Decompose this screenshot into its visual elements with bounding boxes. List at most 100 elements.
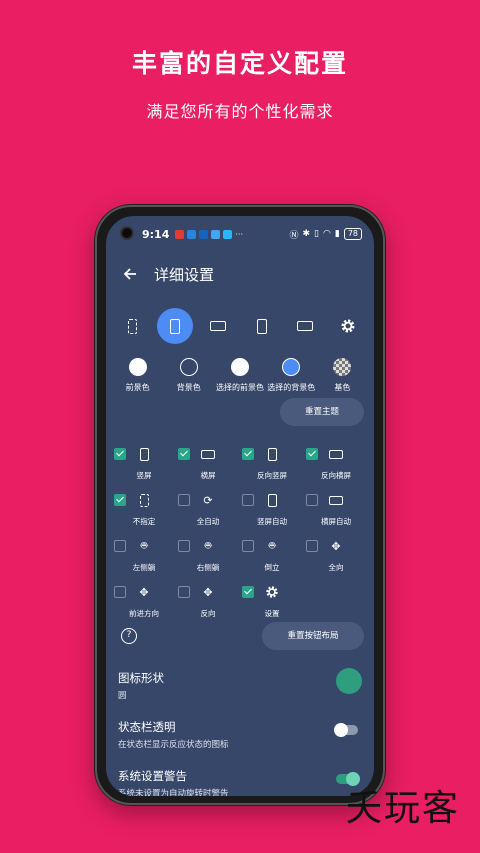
tab-portrait[interactable] [157, 308, 194, 344]
mode-label: 反向 [200, 609, 216, 618]
dashed-rect-icon [136, 492, 152, 508]
checkbox[interactable] [178, 494, 190, 506]
auto-rotate-icon: ⟳ [203, 493, 213, 507]
mode-label: 设置 [264, 609, 280, 618]
tab-unspecified[interactable] [114, 308, 150, 344]
status-bar: 9:14 ··· Ⓝ ✱ ▯ ◠ ▮ 78 [142, 226, 362, 242]
tab-reverse-landscape[interactable] [287, 308, 323, 344]
mode-lie-right[interactable]: 🤖︎ 右侧躺 [178, 538, 242, 586]
app-bar: 详细设置 [118, 260, 362, 288]
color-label: 前景色 [125, 383, 150, 392]
notification-icon [211, 229, 221, 239]
color-swatch [179, 358, 198, 376]
more-notifications-icon: ··· [235, 229, 244, 239]
tab-reverse-portrait[interactable] [244, 308, 280, 344]
mode-all-directions[interactable]: ✥ 全向 [306, 540, 370, 586]
landscape-auto-icon [328, 492, 344, 508]
battery-icon: 78 [343, 228, 362, 240]
mode-label: 倒立 [264, 563, 280, 572]
landscape-icon [210, 321, 227, 331]
bluetooth-icon: ✱ [302, 229, 311, 239]
color-label: 选择的背景色 [267, 383, 316, 392]
mode-label: 反向横屏 [321, 471, 351, 480]
reverse-direction-icon: ✥ [203, 585, 213, 599]
gear-icon [264, 584, 280, 600]
mode-label: 不指定 [132, 517, 156, 526]
setting-statusbar-transparent[interactable]: 状态栏透明 在状态栏显示反应状态的图标 [118, 719, 362, 750]
setting-title: 图标形状 [118, 671, 164, 685]
gear-icon [341, 319, 355, 333]
mode-label: 全自动 [196, 517, 220, 526]
mode-landscape-auto[interactable]: 横屏自动 [306, 494, 370, 540]
color-background[interactable]: 背景色 [163, 358, 214, 393]
checkbox[interactable] [242, 540, 254, 552]
setting-icon-shape[interactable]: 图标形状 圆 [118, 668, 362, 701]
setting-system-warning[interactable]: 系统设置警告 系统未设置为自动旋转时警告 [118, 768, 362, 796]
mode-landscape[interactable]: 横屏 [178, 448, 242, 494]
reverse-landscape-icon [328, 446, 344, 462]
all-directions-icon: ✥ [331, 539, 341, 553]
reset-layout-button[interactable]: 重置按钮布局 [262, 622, 364, 650]
mode-portrait-auto[interactable]: 竖屏自动 [242, 492, 306, 540]
statusbar-transparent-toggle[interactable] [334, 723, 358, 737]
checkbox[interactable] [178, 448, 190, 460]
color-selected-background[interactable]: 选择的背景色 [266, 358, 317, 393]
color-label: 背景色 [176, 383, 201, 392]
reverse-portrait-icon [264, 446, 280, 462]
mode-lie-left[interactable]: 🤖︎ 左侧躺 [114, 538, 178, 586]
mode-label: 竖屏自动 [257, 517, 287, 526]
mode-label: 横屏 [200, 471, 216, 480]
checkbox[interactable] [178, 586, 190, 598]
checkbox[interactable] [306, 540, 318, 552]
setting-subtitle: 系统未设置为自动旋转时警告 [118, 789, 229, 796]
tab-settings[interactable] [330, 308, 366, 344]
android-left-icon: 🤖︎ [140, 538, 148, 552]
checkbox[interactable] [114, 540, 126, 552]
color-label: 基色 [334, 383, 351, 392]
forward-direction-icon: ✥ [139, 585, 149, 599]
tab-landscape[interactable] [200, 308, 236, 344]
portrait-auto-icon [264, 492, 280, 508]
color-base[interactable]: 基色 [317, 358, 368, 393]
orientation-modes-grid: 竖屏 横屏 反向竖屏 反向横屏 不指定 ⟳ 全自动 竖屏自动 横屏自动 🤖︎ 左侧躺… [114, 446, 370, 632]
checkbox[interactable] [114, 586, 126, 598]
phone-frame: 9:14 ··· Ⓝ ✱ ▯ ◠ ▮ 78 详细设置 前景色 背景色 选择的前景… [95, 205, 385, 805]
mode-reverse-landscape[interactable]: 反向横屏 [306, 448, 370, 494]
mode-forward-direction[interactable]: ✥ 前进方向 [114, 586, 178, 632]
mode-full-auto[interactable]: ⟳ 全自动 [178, 494, 242, 540]
mode-reverse-portrait[interactable]: 反向竖屏 [242, 446, 306, 494]
arrow-back-icon[interactable] [118, 262, 142, 286]
checkbox[interactable] [178, 540, 190, 552]
wifi-icon: ◠ [323, 229, 331, 239]
checkbox[interactable] [114, 448, 126, 460]
checkbox[interactable] [306, 448, 318, 460]
mode-reverse-direction[interactable]: ✥ 反向 [178, 586, 242, 632]
reset-theme-button[interactable]: 重置主题 [280, 398, 364, 426]
promo-subline: 满足您所有的个性化需求 [146, 102, 334, 121]
help-icon[interactable]: ? [121, 628, 137, 644]
checkbox[interactable] [242, 586, 254, 598]
circle-shape-icon[interactable] [336, 668, 362, 694]
checkbox[interactable] [242, 448, 254, 460]
orientation-tabs [114, 308, 366, 344]
mode-label: 横屏自动 [321, 517, 351, 526]
android-right-icon: 🤖︎ [204, 538, 212, 552]
phone-screen: 9:14 ··· Ⓝ ✱ ▯ ◠ ▮ 78 详细设置 前景色 背景色 选择的前景… [106, 216, 374, 796]
mode-portrait[interactable]: 竖屏 [114, 447, 178, 494]
checkbox[interactable] [242, 494, 254, 506]
color-swatch [231, 358, 249, 376]
color-foreground[interactable]: 前景色 [112, 358, 163, 393]
checkbox[interactable] [306, 494, 318, 506]
dashed-rect-icon [127, 318, 137, 334]
setting-value: 圆 [118, 691, 127, 701]
status-time: 9:14 [142, 227, 170, 241]
notification-icon [175, 229, 185, 239]
mode-upside-down[interactable]: 🤖︎ 倒立 [242, 539, 306, 586]
reverse-landscape-icon [296, 321, 313, 331]
mode-unspecified[interactable]: 不指定 [114, 492, 178, 540]
checkbox[interactable] [114, 494, 126, 506]
color-selected-foreground[interactable]: 选择的前景色 [214, 358, 265, 393]
mode-label: 前进方向 [129, 609, 159, 618]
notification-icon [223, 229, 233, 239]
nfc-icon: Ⓝ [289, 230, 299, 241]
